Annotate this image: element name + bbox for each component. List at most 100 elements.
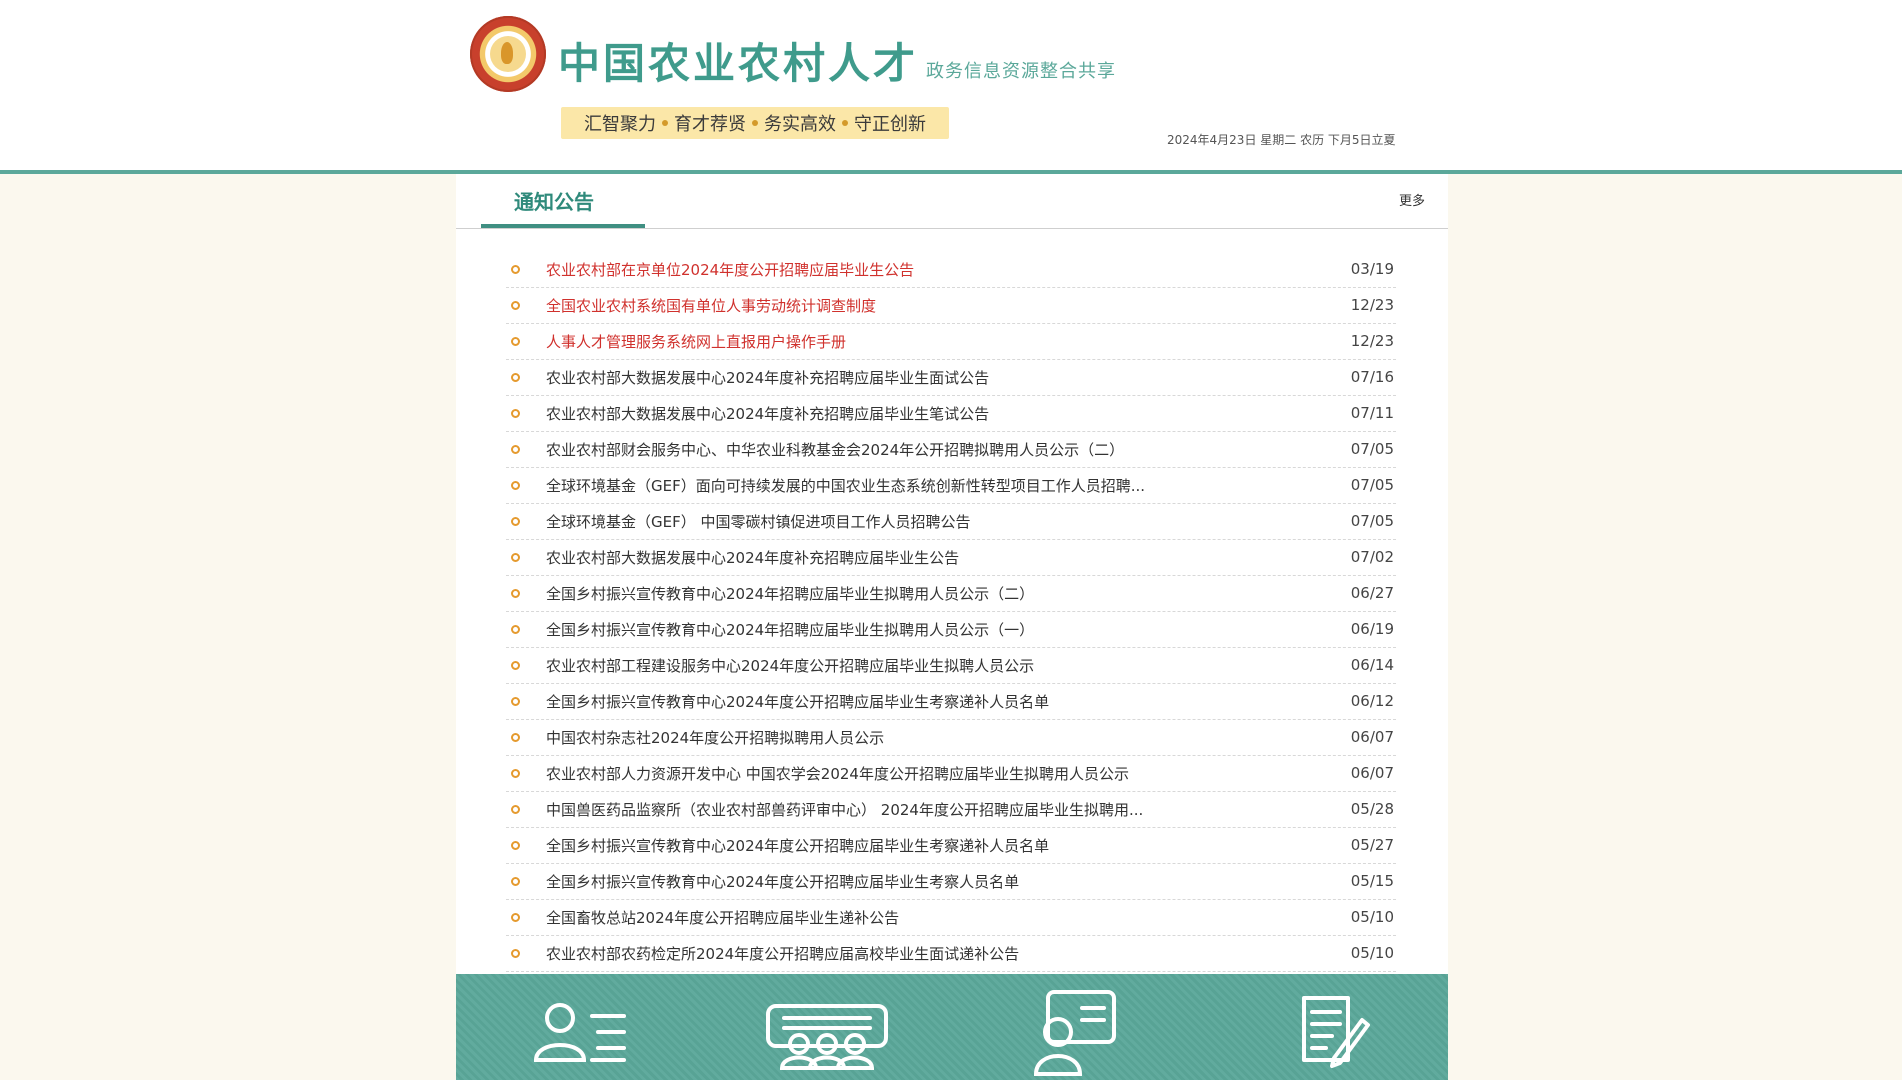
group-board-icon	[766, 1004, 888, 1070]
notice-item-link[interactable]: 农业农村部在京单位2024年度公开招聘应届毕业生公告	[546, 259, 1266, 280]
slogan-item: 育才荐贤	[674, 114, 746, 135]
notice-list-item: 全球环境基金（GEF） 中国零碳村镇促进项目工作人员招聘公告 07/05	[506, 504, 1396, 540]
notice-item-link[interactable]: 中国兽医药品监察所（农业农村部兽药评审中心） 2024年度公开招聘应届毕业生拟聘…	[546, 799, 1266, 820]
bullet-circle-icon	[511, 409, 520, 418]
site-logo-emblem[interactable]	[470, 16, 546, 92]
notice-item-link[interactable]: 农业农村部工程建设服务中心2024年度公开招聘应届毕业生拟聘人员公示	[546, 655, 1266, 676]
bullet-circle-icon	[511, 841, 520, 850]
bullet-circle-icon	[511, 697, 520, 706]
notice-item-date: 06/12	[1350, 692, 1394, 710]
notice-item-date: 07/16	[1350, 368, 1394, 386]
notice-list-item: 全国乡村振兴宣传教育中心2024年度公开招聘应届毕业生考察递补人员名单 06/12	[506, 684, 1396, 720]
quick-link-document-edit[interactable]	[1200, 974, 1448, 1080]
notice-item-date: 12/23	[1350, 332, 1394, 350]
notice-item-date: 06/07	[1350, 764, 1394, 782]
notice-list-item: 农业农村部在京单位2024年度公开招聘应届毕业生公告 03/19	[506, 252, 1396, 288]
notice-item-date: 05/15	[1350, 872, 1394, 890]
notice-item-link[interactable]: 农业农村部大数据发展中心2024年度补充招聘应届毕业生面试公告	[546, 367, 1266, 388]
notice-list-item: 农业农村部大数据发展中心2024年度补充招聘应届毕业生公告 07/02	[506, 540, 1396, 576]
bullet-circle-icon	[511, 481, 520, 490]
notice-item-date: 07/05	[1350, 476, 1394, 494]
quick-link-group-board[interactable]	[704, 974, 952, 1080]
notice-list-item: 全国乡村振兴宣传教育中心2024年招聘应届毕业生拟聘用人员公示（二） 06/27	[506, 576, 1396, 612]
active-tab-underline	[481, 224, 645, 228]
bullet-circle-icon	[511, 805, 520, 814]
bullet-circle-icon	[511, 301, 520, 310]
notice-list-item: 人事人才管理服务系统网上直报用户操作手册 12/23	[506, 324, 1396, 360]
notice-item-link[interactable]: 人事人才管理服务系统网上直报用户操作手册	[546, 331, 1266, 352]
notice-list: 农业农村部在京单位2024年度公开招聘应届毕业生公告 03/19 全国农业农村系统国…	[506, 252, 1396, 972]
notice-list-item: 全国畜牧总站2024年度公开招聘应届毕业生递补公告 05/10	[506, 900, 1396, 936]
notice-item-date: 12/23	[1350, 296, 1394, 314]
bullet-circle-icon	[511, 373, 520, 382]
person-list-icon	[533, 1003, 626, 1062]
bullet-circle-icon	[511, 661, 520, 670]
slogan-item: 守正创新	[854, 114, 926, 135]
slogan-item: 务实高效	[764, 114, 836, 135]
notice-list-item: 全国乡村振兴宣传教育中心2024年度公开招聘应届毕业生考察递补人员名单 05/27	[506, 828, 1396, 864]
notice-item-link[interactable]: 农业农村部财会服务中心、中华农业科教基金会2024年公开招聘拟聘用人员公示（二）	[546, 439, 1266, 460]
notice-list-item: 中国兽医药品监察所（农业农村部兽药评审中心） 2024年度公开招聘应届毕业生拟聘…	[506, 792, 1396, 828]
notice-item-date: 05/28	[1350, 800, 1394, 818]
notice-item-link[interactable]: 全球环境基金（GEF） 中国零碳村镇促进项目工作人员招聘公告	[546, 511, 1266, 532]
notice-item-link[interactable]: 全国农业农村系统国有单位人事劳动统计调查制度	[546, 295, 1266, 316]
slogan-dot-icon	[662, 120, 668, 126]
id-card-icon	[1033, 990, 1116, 1076]
notice-item-link[interactable]: 全国乡村振兴宣传教育中心2024年度公开招聘应届毕业生考察人员名单	[546, 871, 1266, 892]
notice-list-item: 中国农村杂志社2024年度公开招聘拟聘用人员公示 06/07	[506, 720, 1396, 756]
notice-list-item: 农业农村部财会服务中心、中华农业科教基金会2024年公开招聘拟聘用人员公示（二）…	[506, 432, 1396, 468]
notice-item-date: 06/14	[1350, 656, 1394, 674]
date-display: 2024年4月23日 星期二 农历 下月5日立夏	[1167, 133, 1396, 147]
notice-panel-title[interactable]: 通知公告	[514, 186, 594, 215]
notice-item-date: 05/10	[1350, 908, 1394, 926]
notice-item-date: 07/02	[1350, 548, 1394, 566]
notice-item-date: 05/27	[1350, 836, 1394, 854]
bullet-circle-icon	[511, 445, 520, 454]
notice-item-date: 07/11	[1350, 404, 1394, 422]
notice-item-date: 06/27	[1350, 584, 1394, 602]
notice-list-item: 全国农业农村系统国有单位人事劳动统计调查制度 12/23	[506, 288, 1396, 324]
notice-item-link[interactable]: 全国乡村振兴宣传教育中心2024年度公开招聘应届毕业生考察递补人员名单	[546, 691, 1266, 712]
notice-item-link[interactable]: 农业农村部人力资源开发中心 中国农学会2024年度公开招聘应届毕业生拟聘用人员公…	[546, 763, 1266, 784]
slogan-item: 汇智聚力	[584, 114, 656, 135]
notice-list-item: 农业农村部人力资源开发中心 中国农学会2024年度公开招聘应届毕业生拟聘用人员公…	[506, 756, 1396, 792]
slogan-banner: 汇智聚力 育才荐贤 务实高效 守正创新	[561, 107, 949, 139]
bullet-circle-icon	[511, 769, 520, 778]
emblem-wheat-icon	[490, 36, 526, 72]
notice-panel: 通知公告 更多 农业农村部在京单位2024年度公开招聘应届毕业生公告 03/19 全…	[456, 174, 1448, 974]
notice-item-link[interactable]: 全国畜牧总站2024年度公开招聘应届毕业生递补公告	[546, 907, 1266, 928]
notice-list-item: 农业农村部工程建设服务中心2024年度公开招聘应届毕业生拟聘人员公示 06/14	[506, 648, 1396, 684]
slogan-dot-icon	[752, 120, 758, 126]
bullet-circle-icon	[511, 949, 520, 958]
notice-list-item: 全国乡村振兴宣传教育中心2024年招聘应届毕业生拟聘用人员公示（一） 06/19	[506, 612, 1396, 648]
quick-link-bar	[456, 974, 1448, 1080]
notice-item-link[interactable]: 全球环境基金（GEF）面向可持续发展的中国农业生态系统创新性转型项目工作人员招聘…	[546, 475, 1266, 496]
site-subtitle: 政务信息资源整合共享	[926, 61, 1116, 82]
quick-link-person-list[interactable]	[456, 974, 704, 1080]
quick-link-id-card[interactable]	[952, 974, 1200, 1080]
notice-item-link[interactable]: 全国乡村振兴宣传教育中心2024年招聘应届毕业生拟聘用人员公示（二）	[546, 583, 1266, 604]
notice-item-link[interactable]: 农业农村部大数据发展中心2024年度补充招聘应届毕业生公告	[546, 547, 1266, 568]
notice-item-date: 03/19	[1350, 260, 1394, 278]
document-edit-icon	[1302, 996, 1370, 1068]
notice-item-link[interactable]: 农业农村部农药检定所2024年度公开招聘应届高校毕业生面试递补公告	[546, 943, 1266, 964]
bullet-circle-icon	[511, 517, 520, 526]
bullet-circle-icon	[511, 265, 520, 274]
notice-list-item: 农业农村部农药检定所2024年度公开招聘应届高校毕业生面试递补公告 05/10	[506, 936, 1396, 972]
notice-list-item: 全球环境基金（GEF）面向可持续发展的中国农业生态系统创新性转型项目工作人员招聘…	[506, 468, 1396, 504]
notice-item-link[interactable]: 全国乡村振兴宣传教育中心2024年招聘应届毕业生拟聘用人员公示（一）	[546, 619, 1266, 640]
site-header: 中国农业农村人才 政务信息资源整合共享 汇智聚力 育才荐贤 务实高效 守正创新 …	[0, 0, 1902, 174]
notice-item-link[interactable]: 全国乡村振兴宣传教育中心2024年度公开招聘应届毕业生考察递补人员名单	[546, 835, 1266, 856]
bullet-circle-icon	[511, 337, 520, 346]
notice-item-link[interactable]: 农业农村部大数据发展中心2024年度补充招聘应届毕业生笔试公告	[546, 403, 1266, 424]
site-title[interactable]: 中国农业农村人才	[558, 30, 918, 91]
notice-item-link[interactable]: 中国农村杂志社2024年度公开招聘拟聘用人员公示	[546, 727, 1266, 748]
bullet-circle-icon	[511, 625, 520, 634]
more-link[interactable]: 更多	[1399, 190, 1425, 209]
notice-list-item: 农业农村部大数据发展中心2024年度补充招聘应届毕业生面试公告 07/16	[506, 360, 1396, 396]
notice-item-date: 05/10	[1350, 944, 1394, 962]
notice-item-date: 07/05	[1350, 440, 1394, 458]
notice-panel-header: 通知公告 更多	[456, 174, 1448, 229]
slogan-dot-icon	[842, 120, 848, 126]
notice-item-date: 06/19	[1350, 620, 1394, 638]
